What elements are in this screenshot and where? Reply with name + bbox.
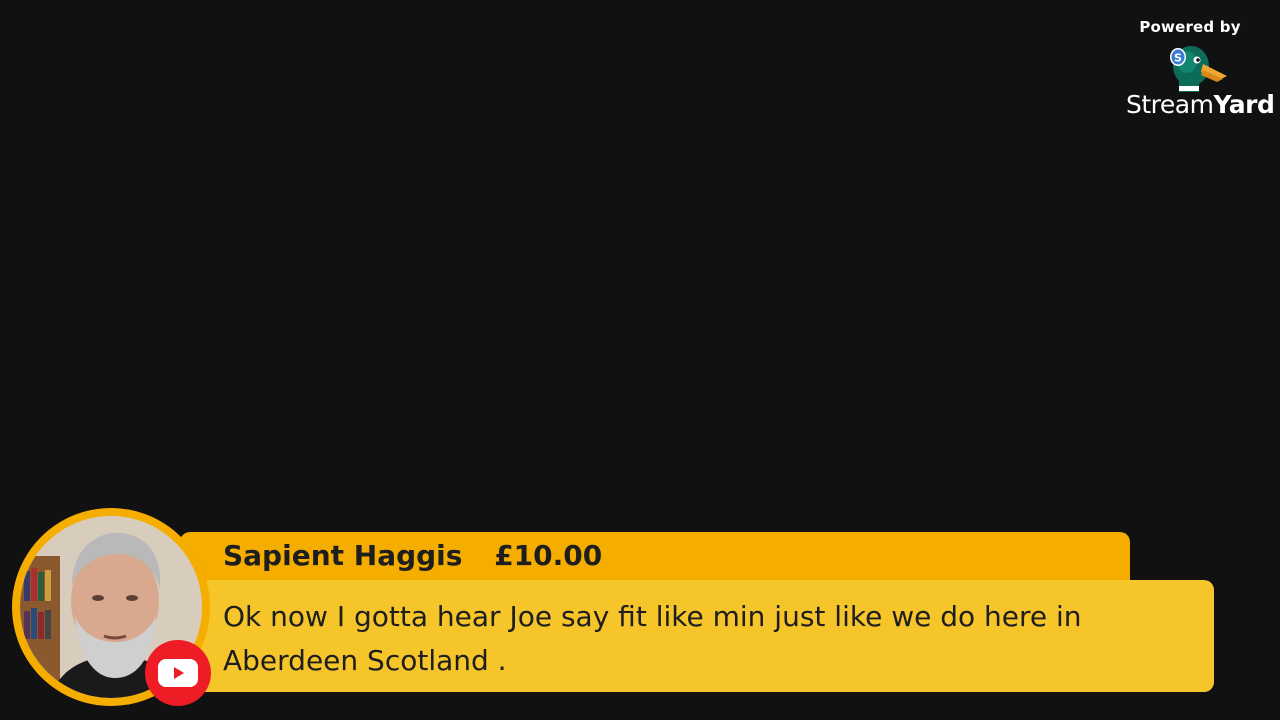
comment-author: Sapient Haggis <box>223 539 463 572</box>
streamyard-branding: Powered by S StreamYard <box>1126 18 1275 119</box>
youtube-icon <box>158 659 198 687</box>
comment-header: Sapient Haggis £10.00 <box>223 539 602 572</box>
streamyard-duck-icon: S <box>1170 46 1227 92</box>
super-chat-banner: Sapient Haggis £10.00 Ok now I gotta hea… <box>0 505 1280 720</box>
streamyard-wordmark: StreamYard <box>1126 90 1275 119</box>
super-chat-amount: £10.00 <box>494 539 603 572</box>
comment-message: Ok now I gotta hear Joe say fit like min… <box>223 600 1082 677</box>
stream-canvas: Powered by S StreamYard Sapient Haggis £ <box>0 0 1280 720</box>
youtube-badge <box>145 640 211 706</box>
powered-by-label: Powered by <box>1139 18 1241 36</box>
svg-text:S: S <box>1174 52 1182 65</box>
